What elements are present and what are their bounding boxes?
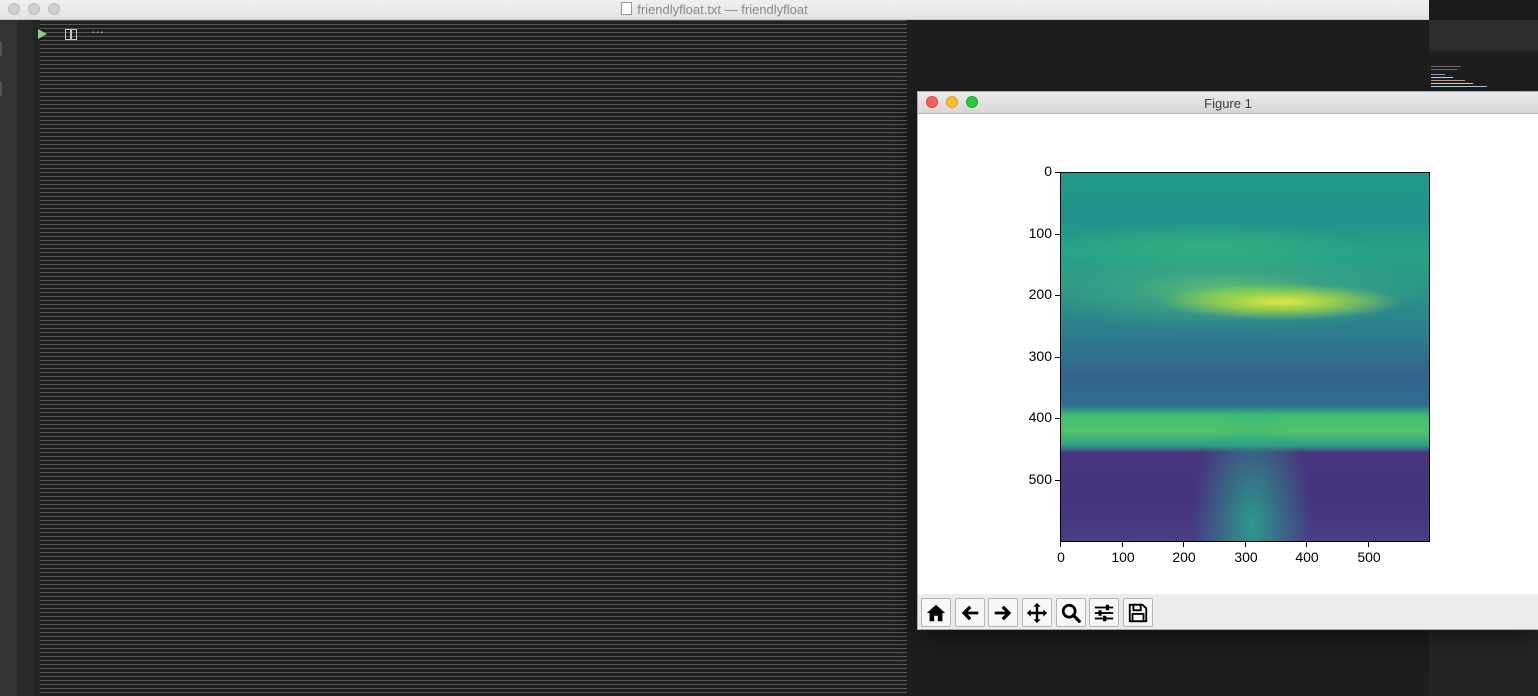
y-tick [1055,480,1060,481]
x-tick [1306,542,1307,547]
editor-title-text: friendlyfloat.txt — friendlyfloat [637,2,808,17]
x-tick [1183,542,1184,547]
figure-toolbar [918,594,1538,629]
x-tick [1122,542,1123,547]
y-tick [1055,234,1060,235]
text-editor-content[interactable] [40,20,907,696]
pan-button[interactable] [1022,598,1052,627]
fold-gutter [33,20,40,696]
forward-button[interactable] [988,598,1018,627]
y-tick-label: 400 [1028,409,1052,425]
line-number-gutter [17,20,33,696]
editor-actions-toolbar [1429,20,1538,50]
x-tick [1368,542,1369,547]
y-tick [1055,418,1060,419]
figure-window: Figure 1 0 100 200 300 400 500 0 100 200… [918,92,1538,629]
home-button[interactable] [921,598,951,627]
x-tick [1245,542,1246,547]
figure-title: Figure 1 [1204,96,1252,111]
x-tick-label: 400 [1295,549,1319,565]
minimap-line [1431,86,1487,87]
minimap-line [1431,74,1445,75]
run-icon[interactable] [38,29,47,39]
y-tick-label: 100 [1028,225,1052,241]
zoom-icon [1061,603,1081,623]
x-tick-label: 500 [1357,549,1381,565]
back-icon [961,605,979,620]
y-tick [1055,295,1060,296]
figure-titlebar[interactable]: Figure 1 [918,92,1538,114]
editor-titlebar: friendlyfloat.txt — friendlyfloat [0,0,1429,20]
save-button[interactable] [1123,598,1153,627]
y-tick-label: 0 [1044,163,1052,179]
activity-bar [0,20,17,696]
panel-top-strip [1429,0,1538,20]
forward-icon [994,605,1012,620]
minimap-line [1431,83,1473,84]
minimap[interactable] [1429,52,1538,90]
more-actions-icon[interactable]: ··· [91,24,104,39]
x-tick-label: 300 [1234,549,1258,565]
x-tick-label: 100 [1111,549,1135,565]
y-tick-label: 200 [1028,286,1052,302]
x-tick-label: 200 [1172,549,1196,565]
home-icon [926,604,946,621]
document-icon [621,2,633,15]
editor-title: friendlyfloat.txt — friendlyfloat [0,2,1429,17]
configure-subplots-icon [1094,604,1114,621]
plot-image [1060,172,1430,542]
x-tick-label: 0 [1057,549,1065,565]
minimap-line [1431,80,1465,81]
split-editor-icon[interactable] [65,29,77,40]
y-tick-label: 300 [1028,348,1052,364]
save-icon [1128,603,1148,622]
y-tick [1055,172,1060,173]
back-button[interactable] [955,598,985,627]
activity-marker [0,42,2,56]
y-tick-label: 500 [1028,471,1052,487]
minimap-line [1431,66,1461,67]
figure-canvas[interactable]: 0 100 200 300 400 500 0 100 200 300 400 … [918,114,1538,594]
minimap-line [1431,69,1457,70]
activity-marker [0,82,2,96]
y-tick [1055,357,1060,358]
minimap-line [1431,77,1453,78]
zoom-button[interactable] [1056,598,1086,627]
pan-icon [1026,602,1048,623]
x-tick [1060,542,1061,547]
configure-subplots-button[interactable] [1089,598,1119,627]
